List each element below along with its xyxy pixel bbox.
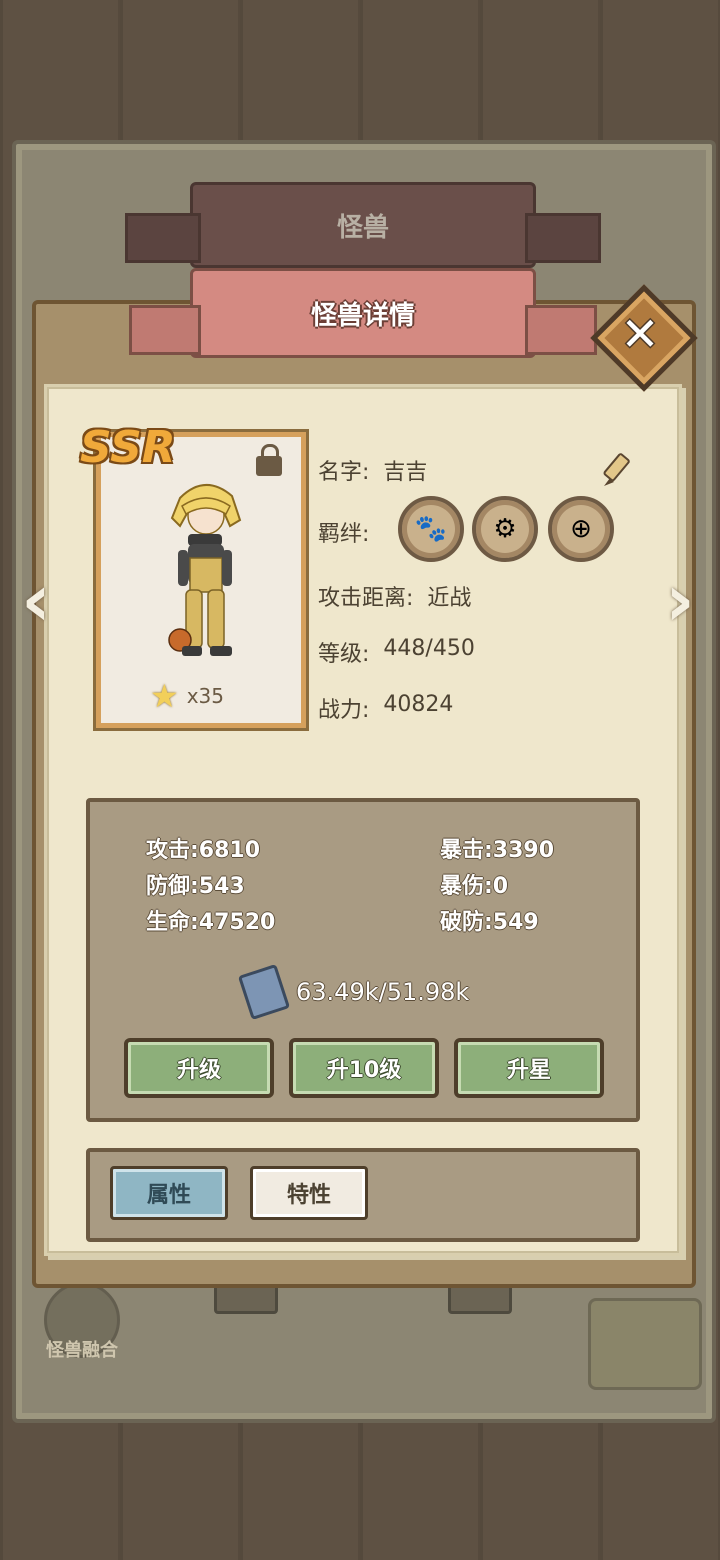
level-label: 等级:	[318, 642, 370, 667]
prev-monster-button[interactable]: ‹	[16, 560, 56, 640]
fusion-label: 怪兽融合	[46, 1340, 118, 1361]
star-count: x35	[186, 684, 224, 708]
star-up-button[interactable]: 升星	[454, 1038, 604, 1098]
return-button[interactable]	[588, 1298, 702, 1390]
paw-icon[interactable]: 🐾	[398, 496, 464, 562]
close-icon: ✕	[620, 307, 660, 361]
range-label: 攻击距离:	[318, 586, 414, 611]
resource-row: 63.49k/51.98k	[237, 963, 470, 1021]
gear-icon[interactable]: ⚙	[472, 496, 538, 562]
upgrade-button[interactable]: 升级	[124, 1038, 274, 1098]
level-value: 448/450	[383, 636, 475, 661]
stat-hp: 生命:47520	[146, 910, 276, 935]
power-label: 战力:	[318, 698, 370, 723]
name-label: 名字:	[318, 460, 370, 485]
rarity-badge: SSR	[80, 422, 176, 473]
stat-armor-break: 破防:549	[440, 910, 539, 935]
bond-row: 羁绊:	[318, 516, 369, 548]
stat-defense: 防御:543	[146, 874, 245, 899]
stat-attack: 攻击:6810	[146, 838, 261, 863]
star-row: ★ x35	[150, 678, 270, 714]
star-icon: ★	[150, 677, 179, 715]
fusion-button[interactable]: 怪兽融合	[36, 1282, 128, 1362]
tab-attributes[interactable]: 属性	[110, 1166, 228, 1220]
tab-traits[interactable]: 特性	[250, 1166, 368, 1220]
monster-name: 吉吉	[383, 460, 428, 485]
power-value: 40824	[383, 692, 454, 717]
stat-crit: 暴击:3390	[440, 838, 555, 863]
range-row: 攻击距离: 近战	[318, 580, 471, 612]
stat-crit-damage: 暴伤:0	[440, 874, 509, 899]
pencil-icon[interactable]	[600, 450, 636, 490]
lock-icon[interactable]	[256, 444, 282, 476]
range-value: 近战	[427, 586, 472, 611]
upgrade-10-button[interactable]: 升10级	[289, 1038, 439, 1098]
monster-character-image	[168, 484, 242, 656]
monster-card-icon	[237, 963, 291, 1021]
next-monster-button[interactable]: ›	[660, 560, 700, 640]
power-row: 战力: 40824	[318, 692, 453, 724]
back-panel-title: 怪兽	[125, 182, 601, 268]
panel-title: 怪兽详情	[129, 268, 597, 358]
button-icon[interactable]: ⊕	[548, 496, 614, 562]
bond-label: 羁绊:	[318, 522, 370, 547]
name-row: 名字: 吉吉	[318, 454, 427, 486]
level-row: 等级: 448/450	[318, 636, 475, 668]
close-button[interactable]: ✕	[590, 284, 698, 392]
resource-value: 63.49k/51.98k	[296, 978, 470, 1006]
